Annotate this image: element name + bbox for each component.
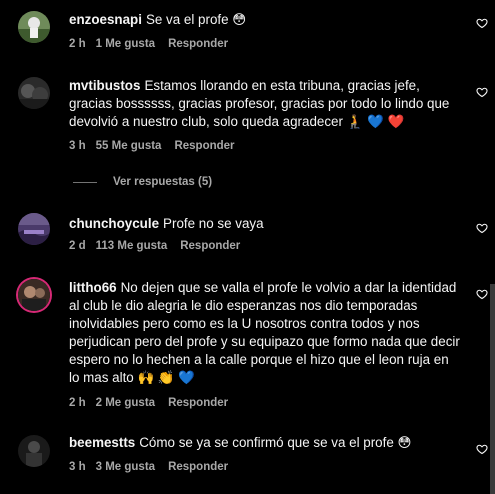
heart-icon[interactable] — [476, 443, 488, 455]
reply-button[interactable]: Responder — [180, 240, 240, 252]
comment-time: 3 h — [69, 140, 86, 152]
heart-icon[interactable] — [476, 288, 488, 300]
reply-button[interactable]: Responder — [168, 38, 228, 50]
scrollbar[interactable] — [490, 284, 495, 494]
replies-divider — [73, 181, 97, 183]
heart-icon[interactable] — [476, 86, 488, 98]
comment-time: 3 h — [69, 461, 86, 473]
comment-time: 2 h — [69, 38, 86, 50]
comment-meta: 2 h 1 Me gusta Responder — [69, 38, 238, 50]
comment-meta: 2 h 2 Me gusta Responder — [69, 397, 238, 409]
comment-time: 2 d — [69, 240, 86, 252]
comment-likes[interactable]: 2 Me gusta — [96, 397, 155, 409]
comment-likes[interactable]: 1 Me gusta — [96, 38, 155, 50]
comment-body: beemestts Cómo se ya se confirmó que se v… — [69, 434, 461, 452]
comments-panel: enzoesnapi Se va el profe 😳 2 h 1 Me gusta… — [0, 0, 495, 494]
comment-text: No dejen que se valla el profe le volvio… — [69, 280, 460, 385]
comment-username[interactable]: beemestts — [69, 435, 135, 450]
comment-text: Cómo se ya se confirmó que se va el prof… — [139, 435, 412, 450]
comment-body: chunchoycule Profe no se vaya — [69, 215, 461, 233]
comment-username[interactable]: mvtibustos — [69, 78, 140, 93]
avatar[interactable] — [18, 213, 50, 245]
comment-time: 2 h — [69, 397, 86, 409]
comment-meta: 3 h 55 Me gusta Responder — [69, 140, 245, 152]
comment-likes[interactable]: 3 Me gusta — [96, 461, 155, 473]
comment-username[interactable]: littho66 — [69, 280, 117, 295]
view-replies-label: Ver respuestas (5) — [113, 176, 213, 188]
comment-text: Profe no se vaya — [163, 216, 264, 231]
avatar[interactable] — [18, 279, 50, 311]
comment-meta: 3 h 3 Me gusta Responder — [69, 461, 238, 473]
comment-username[interactable]: enzoesnapi — [69, 12, 142, 27]
avatar[interactable] — [18, 77, 50, 109]
reply-button[interactable]: Responder — [174, 140, 234, 152]
comment-username[interactable]: chunchoycule — [69, 216, 159, 231]
reply-button[interactable]: Responder — [168, 397, 228, 409]
comment-meta: 2 d 113 Me gusta Responder — [69, 240, 250, 252]
avatar[interactable] — [18, 11, 50, 43]
comment-body: littho66 No dejen que se valla el profe l… — [69, 279, 461, 387]
comment-body: enzoesnapi Se va el profe 😳 — [69, 11, 461, 29]
heart-icon[interactable] — [476, 222, 488, 234]
view-replies-button[interactable]: Ver respuestas (5) — [73, 176, 212, 188]
comment-body: mvtibustos Estamos llorando en esta tribu… — [69, 77, 461, 131]
comment-likes[interactable]: 55 Me gusta — [96, 140, 162, 152]
reply-button[interactable]: Responder — [168, 461, 228, 473]
avatar[interactable] — [18, 435, 50, 467]
comment-likes[interactable]: 113 Me gusta — [96, 240, 168, 252]
comment-text: Se va el profe 😳 — [145, 12, 247, 27]
heart-icon[interactable] — [476, 17, 488, 29]
